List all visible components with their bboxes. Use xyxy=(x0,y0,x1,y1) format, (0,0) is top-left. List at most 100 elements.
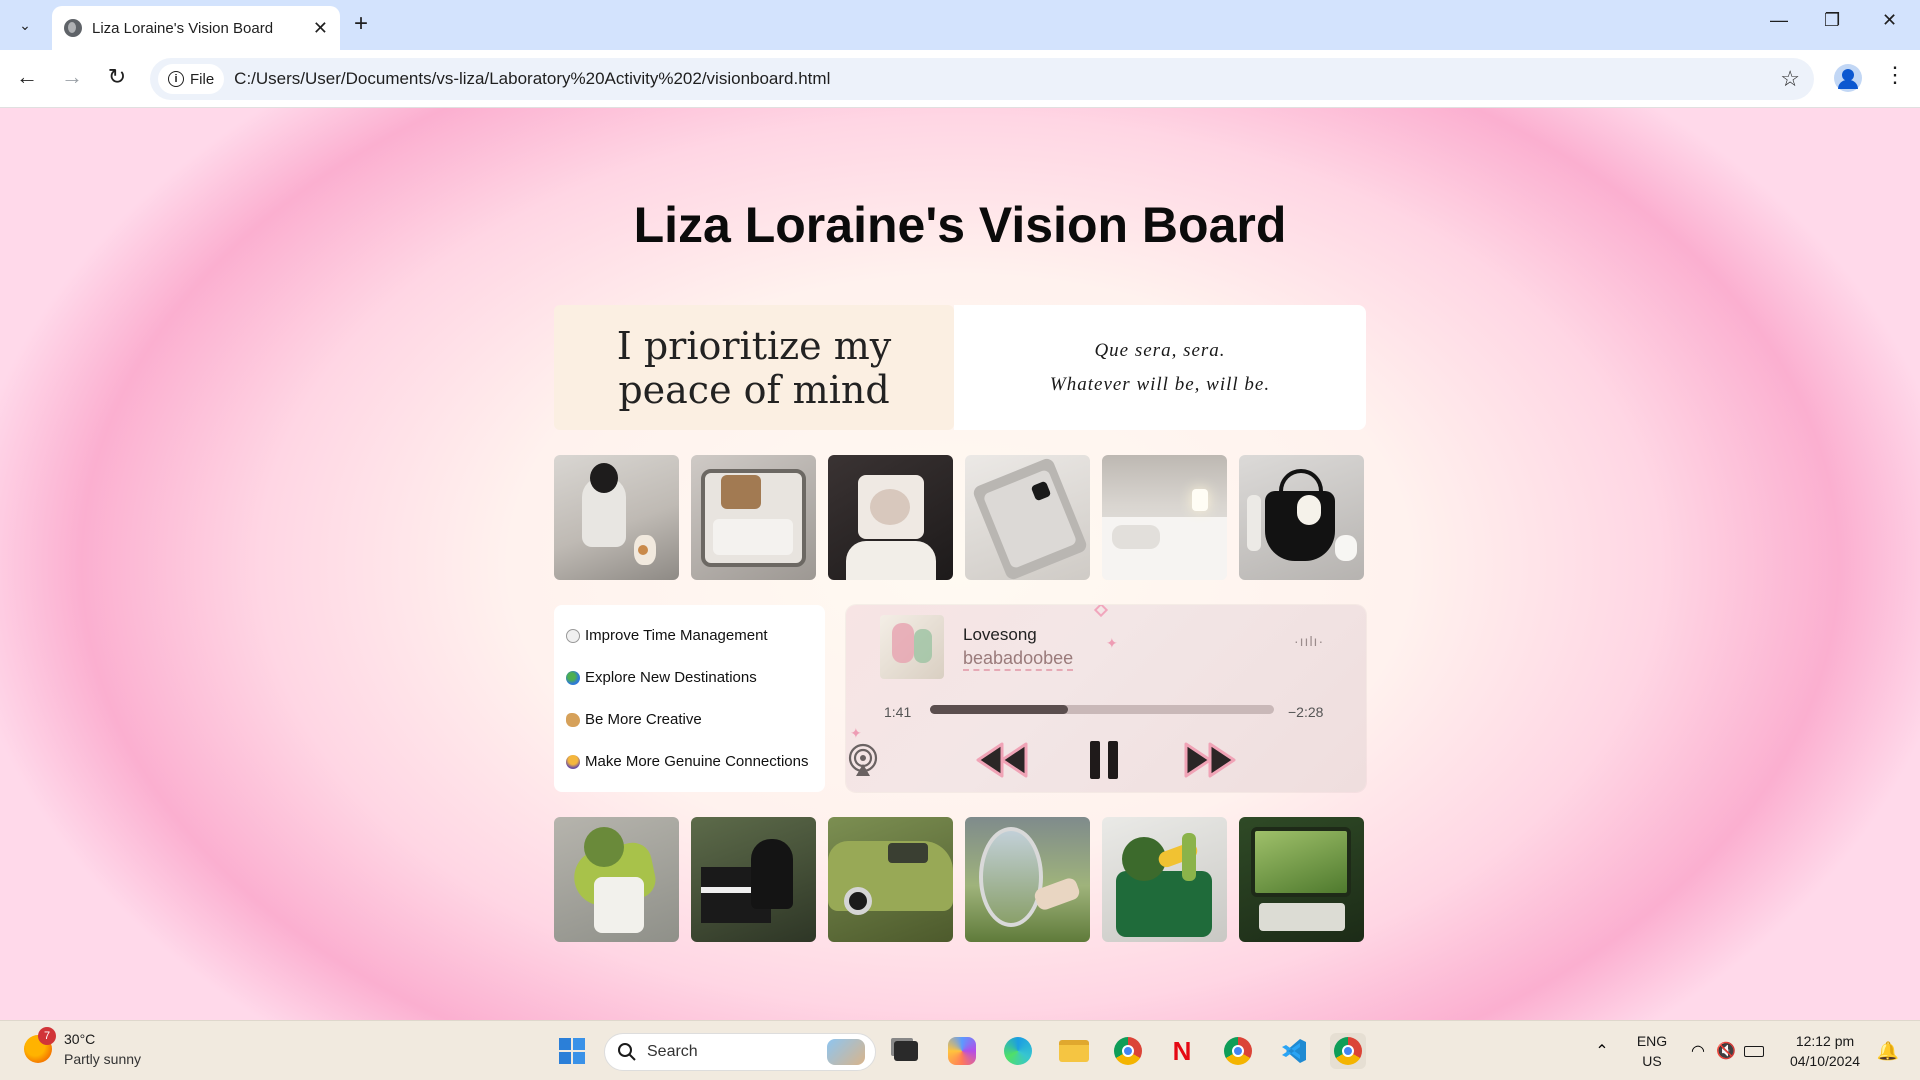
sparkle-icon: ✦ xyxy=(1106,635,1118,651)
weather-badge: 7 xyxy=(38,1027,56,1045)
search-label: Search xyxy=(647,1043,698,1060)
goal-label: Make More Genuine Connections xyxy=(585,753,809,770)
site-info-label: File xyxy=(190,70,215,88)
task-view-button[interactable] xyxy=(888,1033,924,1069)
clock-time[interactable]: 12:12 pm xyxy=(1780,1033,1870,1049)
fast-forward-icon xyxy=(1184,742,1236,778)
search-icon xyxy=(618,1043,636,1061)
chrome-icon xyxy=(1114,1037,1142,1065)
tab-search-dropdown[interactable]: ⌄ xyxy=(10,10,40,40)
browser-menu-icon[interactable]: ⋮ xyxy=(1884,62,1906,88)
waveform-icon: ·ıılı· xyxy=(1294,633,1325,649)
quote-right-line-1: Que sera, sera. xyxy=(1094,339,1226,361)
back-button[interactable]: ← xyxy=(12,64,42,90)
tab-close-icon[interactable]: ✕ xyxy=(313,18,328,39)
song-artist: beabadoobee xyxy=(963,648,1074,671)
minimize-button[interactable]: — xyxy=(1770,10,1788,31)
clock-icon xyxy=(566,628,580,643)
chevron-up-icon: ⌃ xyxy=(1595,1043,1609,1060)
netflix-button[interactable]: N xyxy=(1164,1033,1200,1069)
vision-board-page: Liza Loraine's Vision Board I prioritize… xyxy=(0,108,1920,1020)
globe-icon xyxy=(566,670,580,685)
weather-temperature: 30°C xyxy=(64,1031,96,1047)
site-info-chip[interactable]: i File xyxy=(158,64,225,94)
copilot-button[interactable] xyxy=(944,1033,980,1069)
windows-taskbar: 7 30°C Partly sunny Search N ⌃ ENG US ◠ … xyxy=(0,1020,1920,1080)
progress-bar[interactable] xyxy=(930,705,1274,714)
chrome-icon xyxy=(1334,1037,1362,1065)
address-bar[interactable]: i File C:/Users/User/Documents/vs-liza/L… xyxy=(150,58,1814,100)
photo-row-bottom xyxy=(554,817,1366,942)
goal-item: Make More Genuine Connections xyxy=(566,753,813,770)
girl-with-camera-photo xyxy=(828,455,953,580)
rewind-button[interactable] xyxy=(972,735,1032,785)
airplay-icon xyxy=(848,743,878,776)
notification-bell-icon[interactable]: 🔔 xyxy=(1870,1033,1906,1069)
url-text[interactable]: C:/Users/User/Documents/vs-liza/Laborato… xyxy=(234,69,830,89)
close-window-button[interactable]: ✕ xyxy=(1882,10,1897,31)
goal-label: Explore New Destinations xyxy=(585,669,757,686)
grocery-bag-photo xyxy=(1102,817,1227,942)
piano-photo xyxy=(691,817,816,942)
taskbar-search[interactable]: Search xyxy=(604,1033,876,1071)
remaining-time: −2:28 xyxy=(1288,704,1324,720)
windows-logo-icon xyxy=(559,1038,585,1064)
goal-item: Be More Creative xyxy=(566,711,813,728)
tab-title: Liza Loraine's Vision Board xyxy=(92,19,274,37)
photo-row-top xyxy=(554,455,1366,580)
browser-toolbar: ← → ↻ i File C:/Users/User/Documents/vs-… xyxy=(0,50,1920,108)
album-cover xyxy=(880,615,944,679)
goal-label: Be More Creative xyxy=(585,711,702,728)
green-car-photo xyxy=(828,817,953,942)
vscode-button[interactable] xyxy=(1276,1033,1312,1069)
forward-button[interactable]: → xyxy=(57,64,87,90)
music-player-card: ✦ ✦ Lovesong beabadoobee ·ıılı· 1:41 −2:… xyxy=(846,605,1366,792)
battery-icon[interactable] xyxy=(1736,1033,1772,1069)
chrome-button[interactable] xyxy=(1110,1033,1146,1069)
weather-widget[interactable]: 7 xyxy=(20,1027,56,1067)
bedroom-photo xyxy=(1102,455,1227,580)
edge-button[interactable] xyxy=(1000,1033,1036,1069)
region-code[interactable]: US xyxy=(1634,1053,1670,1069)
chrome-active-button[interactable] xyxy=(1330,1033,1366,1069)
girl-with-cat-photo xyxy=(554,455,679,580)
vscode-icon xyxy=(1282,1039,1306,1063)
chrome-profile-button[interactable] xyxy=(1220,1033,1256,1069)
task-view-icon xyxy=(894,1041,918,1061)
new-tab-button[interactable]: + xyxy=(354,12,368,36)
quote-left-line-1: I prioritize my xyxy=(616,323,892,368)
weather-description: Partly sunny xyxy=(64,1051,142,1067)
airplay-button[interactable] xyxy=(846,735,880,785)
edge-icon xyxy=(1004,1037,1032,1065)
show-hidden-icons-button[interactable]: ⌃ xyxy=(1584,1033,1620,1069)
copilot-icon xyxy=(948,1037,976,1065)
goal-item: Explore New Destinations xyxy=(566,669,813,686)
quote-que-sera: Que sera, sera. Whatever will be, will b… xyxy=(954,305,1366,430)
car-mirror-photo xyxy=(965,817,1090,942)
language-code[interactable]: ENG xyxy=(1634,1033,1670,1049)
elapsed-time: 1:41 xyxy=(884,704,912,720)
browser-tab-active[interactable]: Liza Loraine's Vision Board ✕ xyxy=(52,6,340,50)
quote-left-line-2: peace of mind xyxy=(618,367,890,412)
clock-date[interactable]: 04/10/2024 xyxy=(1780,1053,1870,1069)
people-hugging-icon xyxy=(566,754,580,769)
sparkle-icon xyxy=(1093,605,1109,618)
progress-fill xyxy=(930,705,1068,714)
folder-icon xyxy=(1059,1040,1089,1062)
fast-forward-button[interactable] xyxy=(1180,735,1240,785)
bookmark-star-icon[interactable]: ☆ xyxy=(1780,66,1800,92)
file-explorer-button[interactable] xyxy=(1056,1033,1092,1069)
reload-button[interactable]: ↻ xyxy=(102,64,132,90)
start-button[interactable] xyxy=(554,1033,590,1069)
page-title: Liza Loraine's Vision Board xyxy=(633,197,1287,253)
scooter-bouquet-photo xyxy=(554,817,679,942)
restore-button[interactable]: ❐ xyxy=(1824,10,1840,31)
song-title: Lovesong xyxy=(963,625,1037,644)
profile-avatar-icon[interactable] xyxy=(1834,64,1862,92)
pause-button[interactable] xyxy=(1084,735,1124,785)
quote-peace-of-mind: I prioritize my peace of mind xyxy=(554,305,954,430)
quote-right-line-2: Whatever will be, will be. xyxy=(1049,373,1271,395)
goals-list: Improve Time Management Explore New Dest… xyxy=(554,605,825,792)
ipad-photo xyxy=(965,455,1090,580)
paint-palette-icon xyxy=(566,712,580,727)
